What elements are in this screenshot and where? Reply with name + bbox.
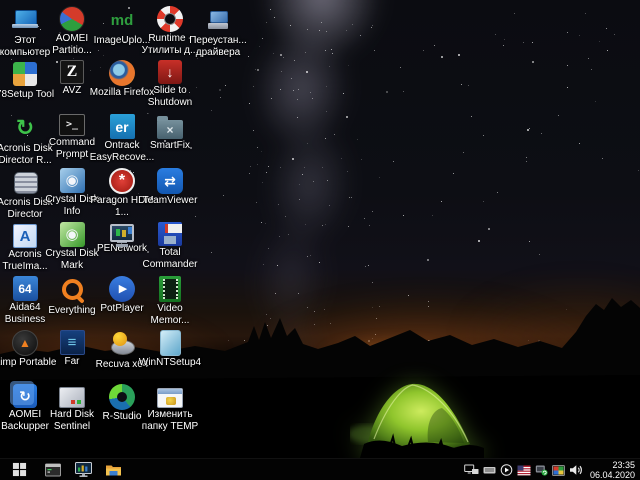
desktop-icon-ontrack[interactable]: erOntrack EasyRecove...: [98, 114, 146, 163]
firefox-icon: [109, 60, 135, 86]
start-button[interactable]: [4, 459, 34, 480]
desktop-icon-aida64[interactable]: 64Aida64 Business: [1, 276, 49, 325]
glass-page-icon: [160, 330, 181, 356]
r-studio-swirl-icon: [109, 384, 135, 410]
desktop-icon-paragon[interactable]: *Paragon HDM 1...: [98, 168, 146, 218]
desktop-icons: Этот компьютер 78Setup Tool ↻Acronis Dis…: [0, 0, 640, 480]
desktop-icon-total-commander[interactable]: Total Commander: [146, 222, 194, 270]
far-manager-icon: ≡: [60, 330, 85, 355]
keyboard-icon[interactable]: [483, 464, 496, 476]
driver-updater-icon[interactable]: [535, 464, 548, 476]
driver-device-icon: [204, 6, 232, 34]
aida64-icon: 64: [13, 276, 38, 301]
md-logo-icon: md: [108, 6, 136, 34]
desktop-icon-aomei-partition[interactable]: AOMEI Partitio...: [48, 6, 96, 56]
search-magnifier-icon: [58, 276, 86, 304]
paragon-hand-icon: *: [109, 168, 135, 194]
easyrecovery-icon: er: [110, 114, 135, 139]
display-settings-icon[interactable]: [552, 465, 565, 476]
network-icon[interactable]: [464, 464, 479, 476]
clock-time: 23:35: [590, 460, 635, 470]
acronis-a-icon: A: [13, 224, 37, 248]
desktop-icon-smartfix[interactable]: ×SmartFix: [146, 114, 194, 152]
system-tray: 23:35 06.04.2020: [464, 459, 638, 480]
taskbar: 23:35 06.04.2020: [0, 458, 640, 480]
disk-info-icon: ◉: [60, 168, 85, 193]
terminal-icon: >_: [59, 114, 85, 136]
media-player-icon[interactable]: [500, 464, 513, 476]
tools-folder-icon: ×: [157, 120, 183, 139]
taskbar-item-command-prompt[interactable]: [38, 459, 68, 480]
partition-pie-icon: [59, 6, 85, 32]
recycle-arrows-icon: ↻: [11, 114, 39, 142]
volume-icon[interactable]: [569, 464, 583, 476]
lifebuoy-icon: [157, 6, 183, 32]
clock-date: 06.04.2020: [590, 470, 635, 480]
floppy-disk-icon: [158, 222, 182, 246]
setup-tool-icon: [11, 60, 39, 88]
disk-mark-icon: ◉: [60, 222, 85, 247]
monitor-chart-icon: [75, 462, 92, 478]
hard-disk-icon: [59, 387, 85, 408]
disk-stack-icon: [11, 168, 39, 196]
desktop-icon-winntsetup4[interactable]: WinNTSetup4: [146, 330, 194, 369]
shutdown-slide-icon: ↓: [158, 60, 182, 84]
desktop-icon-video-memory[interactable]: Video Memor...: [146, 276, 194, 326]
computer-icon: [11, 6, 39, 34]
taskbar-item-file-explorer[interactable]: [98, 459, 128, 480]
avz-z-icon: Z: [60, 60, 84, 84]
desktop-icon-change-temp-folder[interactable]: Изменить папку TEMP: [146, 384, 194, 432]
play-circle-icon: ▶: [109, 276, 135, 302]
taskbar-clock[interactable]: 23:35 06.04.2020: [590, 460, 635, 480]
language-us-flag-icon[interactable]: [517, 465, 531, 476]
recuva-disk-icon: [108, 330, 136, 358]
teamviewer-arrows-icon: ⇄: [157, 168, 183, 194]
desktop-icon-slide-to-shutdown[interactable]: ↓Slide to Shutdown: [146, 60, 194, 108]
folder-icon: [105, 463, 122, 477]
desktop-icon-hard-disk-sentinel[interactable]: Hard Disk Sentinel: [48, 384, 96, 432]
window-icon: [157, 388, 183, 408]
taskbar-item-penetwork[interactable]: [68, 459, 98, 480]
network-monitor-icon: [110, 224, 134, 242]
film-strip-icon: [159, 276, 181, 302]
desktop-icon-reinstall-drivers[interactable]: Переустан... драйвера: [194, 6, 242, 58]
aimp-icon: ▲: [12, 330, 38, 356]
windows-logo-icon: [12, 462, 27, 477]
command-window-icon: [45, 463, 61, 477]
backup-sync-icon: ↻: [13, 384, 37, 408]
desktop-icon-teamviewer[interactable]: ⇄TeamViewer: [146, 168, 194, 207]
desktop: Этот компьютер 78Setup Tool ↻Acronis Dis…: [0, 0, 640, 480]
